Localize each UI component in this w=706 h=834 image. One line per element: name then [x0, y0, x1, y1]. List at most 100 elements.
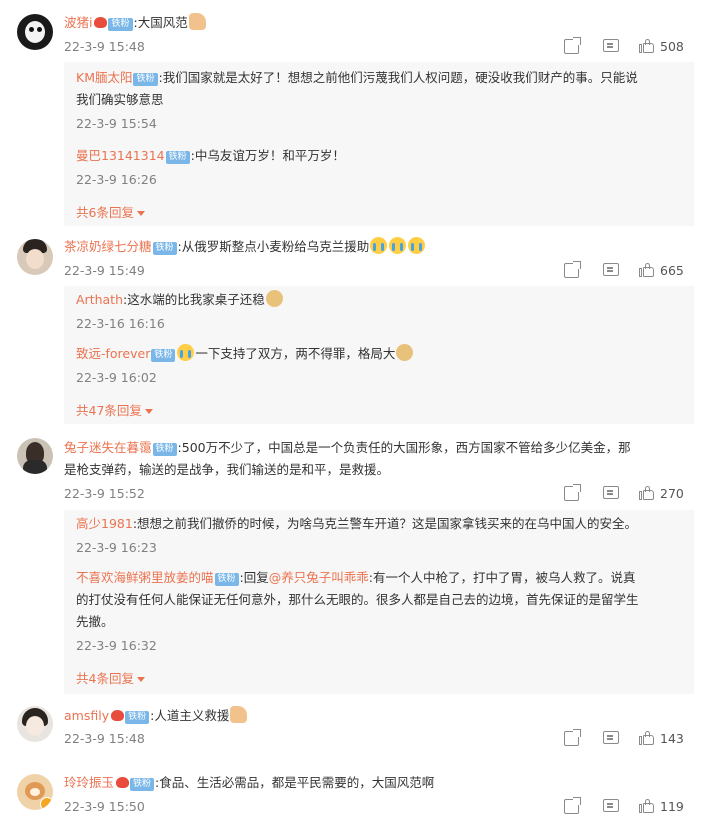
comment-text: :大国风范	[133, 15, 188, 30]
mention-link[interactable]: @养只兔子叫乖乖	[269, 570, 369, 585]
vip-icon	[94, 17, 108, 28]
reply-item: 高少1981:想想之前我们撤侨的时候，为啥乌克兰警车开道？这是国家拿钱买来的在乌…	[76, 514, 637, 534]
like-icon[interactable]	[639, 799, 655, 814]
fan-badge: 铁粉	[152, 242, 177, 255]
fan-badge: 铁粉	[151, 349, 176, 362]
share-icon[interactable]	[564, 261, 581, 278]
reply-item: 曼巴13141314 铁粉:中乌友谊万岁！和平万岁！	[76, 146, 345, 166]
like-count: 270	[660, 486, 684, 501]
username[interactable]: 玲玲振玉	[64, 775, 114, 790]
vip-icon	[116, 777, 130, 788]
thumbs-up-emoji	[230, 706, 248, 723]
chevron-down-icon	[136, 211, 145, 216]
comment-actions: 143	[556, 729, 706, 751]
comment-time: 22-3-9 15:48	[64, 731, 145, 746]
like-count: 119	[660, 799, 684, 814]
share-icon[interactable]	[564, 729, 581, 746]
comment-item: 茶凉奶绿七分糖 铁粉:从俄罗斯整点小麦粉给乌克兰援助 22-3-9 15:49 6…	[0, 230, 706, 430]
reply-text: :我们国家就是太好了！想想之前他们污蔑我们人权问题，硬没收我们财产的事。只能说	[158, 70, 638, 85]
fan-badge: 铁粉	[152, 443, 177, 456]
comment-item: 波猪i 铁粉:大国风范 22-3-9 15:48 508 KM腼太阳 铁粉:我们国家…	[0, 0, 706, 230]
reply-username[interactable]: 不喜欢海鲜粥里放姜的喵	[76, 570, 214, 585]
like-icon[interactable]	[639, 39, 655, 54]
reply-text: 的打仗没有任何人能保证无任何意外，那什么无眼的。很多人都是自己去的边境，首先保证…	[76, 592, 639, 607]
more-replies-label: 共4条回复	[76, 671, 134, 686]
fan-badge: 铁粉	[108, 18, 133, 31]
comment-icon[interactable]	[603, 799, 619, 812]
comment-text: :500万不少了，中国总是一个负责任的大国形象，西方国家不管给多少亿美金，那	[177, 440, 631, 455]
comment-item: amsfily 铁粉:人道主义救援 22-3-9 15:48 143	[0, 698, 706, 764]
comment-actions: 270	[556, 484, 706, 506]
fan-badge: 铁粉	[125, 711, 150, 724]
fan-badge: 铁粉	[214, 573, 239, 586]
share-icon[interactable]	[564, 37, 581, 54]
comment-actions: 119	[556, 797, 706, 819]
reply-username[interactable]: 曼巴13141314	[76, 148, 165, 163]
reply-username[interactable]: 高少1981	[76, 516, 133, 531]
share-icon[interactable]	[564, 797, 581, 814]
reply-time: 22-3-9 16:23	[76, 540, 157, 555]
reply-text: 一下支持了双方，两不得罪，格局大	[195, 346, 396, 361]
username[interactable]: 波猪i	[64, 15, 92, 30]
crying-emoji	[370, 237, 388, 254]
comment-icon[interactable]	[603, 263, 619, 276]
verified-icon	[40, 797, 53, 810]
like-icon[interactable]	[639, 731, 655, 746]
reply-username[interactable]: 致远-forever	[76, 346, 150, 361]
more-replies-link[interactable]: 共6条回复	[76, 202, 145, 221]
username[interactable]: amsfily	[64, 708, 109, 723]
crying-emoji	[177, 344, 195, 361]
reply-username[interactable]: KM腼太阳	[76, 70, 132, 85]
more-replies-link[interactable]: 共4条回复	[76, 668, 145, 687]
comment-time: 22-3-9 15:48	[64, 39, 145, 54]
share-icon[interactable]	[564, 484, 581, 501]
chevron-down-icon	[136, 677, 145, 682]
comment-icon[interactable]	[603, 731, 619, 744]
comment-time: 22-3-9 15:50	[64, 799, 145, 814]
avatar[interactable]	[17, 438, 53, 474]
vip-icon	[111, 710, 125, 721]
fan-badge: 铁粉	[133, 73, 158, 86]
fan-badge: 铁粉	[130, 778, 155, 791]
reply-item: Arthath:这水端的比我家桌子还稳	[76, 290, 284, 310]
avatar[interactable]	[17, 239, 53, 275]
reply-username[interactable]: Arthath	[76, 292, 123, 307]
reply-text: 我们确实够意思	[76, 92, 164, 107]
username[interactable]: 兔子迷失在暮霭	[64, 440, 152, 455]
like-icon[interactable]	[639, 486, 655, 501]
comment-text: :人道主义救援	[150, 708, 230, 723]
reply-text: :有一个人中枪了，打中了胃，被乌人救了。说真	[368, 570, 636, 585]
thumbs-up-emoji	[188, 13, 206, 30]
comment-text: :食品、生活必需品，都是平民需要的，大国风范啊	[155, 775, 435, 790]
avatar[interactable]	[17, 706, 53, 742]
reply-text: :这水端的比我家桌子还稳	[123, 292, 265, 307]
avatar[interactable]	[17, 14, 53, 50]
doge-emoji	[265, 290, 283, 307]
reply-time: 22-3-16 16:16	[76, 316, 165, 331]
more-replies-link[interactable]: 共47条回复	[76, 400, 153, 419]
comment-time: 22-3-9 15:49	[64, 263, 145, 278]
chevron-down-icon	[144, 409, 153, 414]
comment-icon[interactable]	[603, 39, 619, 52]
comment-text: :从俄罗斯整点小麦粉给乌克兰援助	[177, 239, 370, 254]
reply-time: 22-3-9 16:26	[76, 172, 157, 187]
comment-text: 是枪支弹药，输送的是战争，我们输送的是和平，是救援。	[64, 462, 390, 477]
reply-item: 致远-forever 铁粉 一下支持了双方，两不得罪，格局大	[76, 344, 414, 364]
reply-text: :中乌友谊万岁！和平万岁！	[190, 148, 345, 163]
reply-text: :想想之前我们撤侨的时候，为啥乌克兰警车开道？这是国家拿钱买来的在乌中国人的安全…	[132, 516, 638, 531]
reply-time: 22-3-9 16:02	[76, 370, 157, 385]
reply-time: 22-3-9 15:54	[76, 116, 157, 131]
like-count: 665	[660, 263, 684, 278]
comment-actions: 508	[556, 37, 706, 59]
fan-badge: 铁粉	[165, 151, 190, 164]
username[interactable]: 茶凉奶绿七分糖	[64, 239, 152, 254]
reply-list: Arthath:这水端的比我家桌子还稳 22-3-16 16:16 致远-for…	[64, 286, 694, 424]
avatar[interactable]	[17, 774, 53, 810]
reply-text: 先撤。	[76, 614, 114, 629]
like-count: 143	[660, 731, 684, 746]
comment-icon[interactable]	[603, 486, 619, 499]
crying-emoji	[408, 237, 426, 254]
reply-item: KM腼太阳 铁粉:我们国家就是太好了！想想之前他们污蔑我们人权问题，硬没收我们财产…	[76, 68, 638, 88]
reply-item: 不喜欢海鲜粥里放姜的喵 铁粉:回复@养只兔子叫乖乖:有一个人中枪了，打中了胃，被乌…	[76, 568, 635, 588]
like-icon[interactable]	[639, 263, 655, 278]
